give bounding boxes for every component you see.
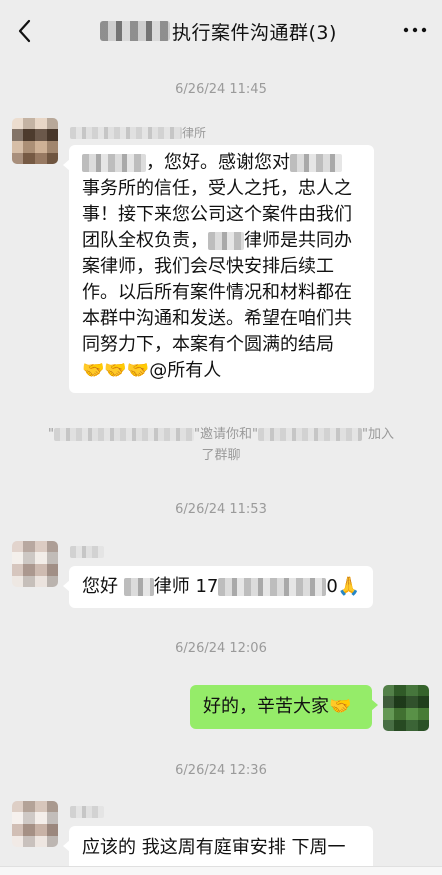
redacted-text — [290, 154, 342, 172]
more-dots-icon[interactable] — [402, 20, 428, 40]
message-bubble[interactable]: ，您好。感谢您对 事务所的信任，受人之托，忠人之 事！接下来您公司这个案件由我们… — [63, 145, 374, 393]
chevron-left-icon[interactable] — [12, 16, 40, 46]
input-bar — [0, 866, 442, 875]
sender-name — [70, 546, 104, 558]
redacted-group-name — [100, 21, 170, 41]
message-line: 本群中沟通和发送。希望在咱们共 — [82, 308, 352, 329]
message-line: ，您好。感谢您对 — [82, 150, 365, 176]
redacted-name — [70, 546, 104, 558]
avatar[interactable] — [12, 118, 58, 164]
avatar[interactable] — [12, 541, 58, 587]
timestamp: 6/26/24 12:06 — [175, 641, 267, 656]
chat-header: 执行案件沟通群(3) — [0, 0, 442, 62]
message-line: 🤝🤝🤝@所有人 — [82, 360, 222, 381]
redacted-name — [70, 806, 104, 818]
redacted-name — [54, 428, 195, 441]
chat-title: 执行案件沟通群(3) — [172, 21, 337, 44]
sender-name: 律所 — [70, 124, 206, 141]
timestamp: 6/26/24 11:53 — [175, 502, 267, 517]
chat-title-area: 执行案件沟通群(3) — [100, 17, 350, 45]
message-line: 您好 律师 17 0🙏 — [82, 576, 361, 597]
timestamp: 6/26/24 12:36 — [175, 763, 267, 778]
message-line: 作。以后所有案件情况和材料都在 — [82, 282, 352, 303]
message-bubble[interactable]: 您好 律师 17 0🙏 — [63, 566, 373, 608]
message-line: 事务所的信任，受人之托，忠人之 — [82, 178, 352, 199]
redacted-text — [82, 154, 146, 172]
message-line: 同努力下，本案有个圆满的结局 — [82, 334, 334, 355]
message-bubble-self[interactable]: 好的，辛苦大家🤝 — [190, 685, 378, 729]
avatar-self[interactable] — [383, 685, 429, 731]
system-notice: " "邀请你和" "加入 了群聊 — [48, 427, 394, 463]
message-line: 事！接下来您公司这个案件由我们 — [82, 204, 352, 225]
sender-name-suffix: 律所 — [182, 126, 207, 140]
redacted-text — [218, 578, 327, 596]
sender-name — [70, 806, 104, 818]
message-line: 案律师，我们会尽快安排后续工 — [82, 256, 334, 277]
redacted-text — [208, 232, 244, 250]
redacted-text — [123, 578, 154, 596]
timestamp: 6/26/24 11:45 — [175, 82, 267, 97]
message-line: 团队全权负责， 律师是共同办 — [82, 230, 352, 251]
message-line: 好的，辛苦大家🤝 — [203, 696, 352, 717]
avatar[interactable] — [12, 801, 58, 847]
redacted-name — [257, 428, 362, 441]
redacted-name — [70, 126, 182, 139]
message-line: 应该的 我这周有庭审安排 下周一 — [82, 837, 346, 858]
